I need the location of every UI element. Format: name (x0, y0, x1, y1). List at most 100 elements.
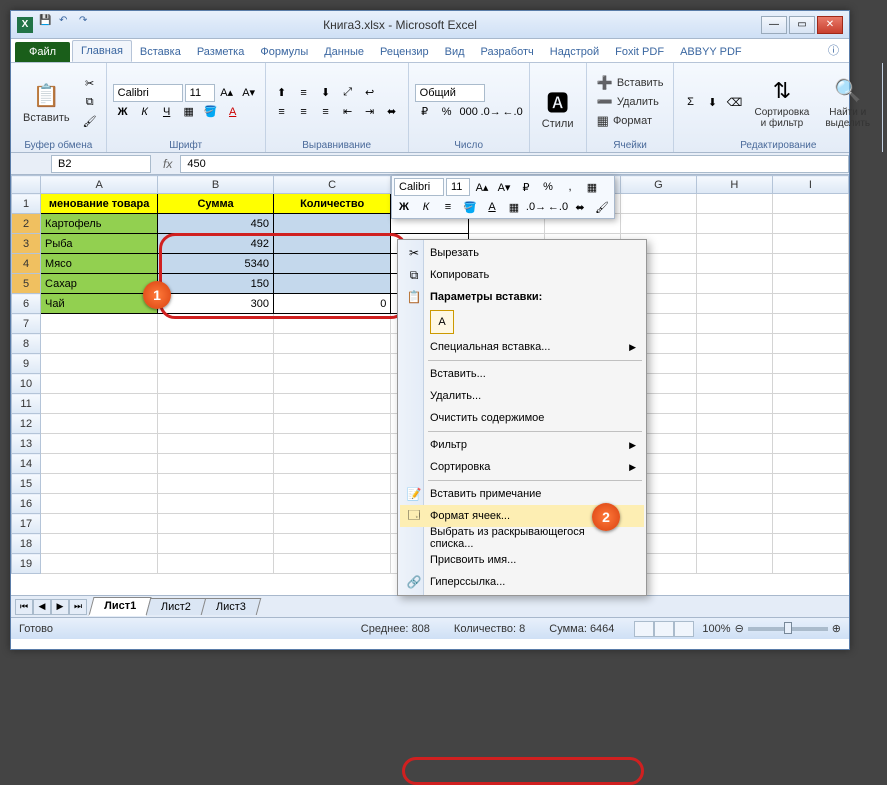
sheet-nav-next[interactable]: ▶ (51, 599, 69, 615)
orientation-icon[interactable]: ⤢ (338, 84, 358, 102)
view-normal-button[interactable] (634, 621, 654, 637)
increase-font-icon[interactable]: A▴ (217, 84, 237, 102)
row-header[interactable]: 13 (12, 434, 41, 454)
row-header[interactable]: 6 (12, 294, 41, 314)
currency-icon[interactable]: ₽ (415, 103, 435, 121)
cells-format-button[interactable]: ▦Формат (593, 112, 668, 130)
cells-delete-button[interactable]: ➖Удалить (593, 93, 668, 111)
tab-foxit[interactable]: Foxit PDF (607, 42, 672, 62)
col-header[interactable]: H (696, 176, 772, 194)
tab-layout[interactable]: Разметка (189, 42, 253, 62)
zoom-out-button[interactable]: ⊖ (735, 622, 744, 635)
ctx-insert[interactable]: Вставить... (400, 363, 644, 385)
sheet-tab[interactable]: Лист2 (146, 598, 207, 615)
tab-home[interactable]: Главная (72, 40, 132, 62)
row-header[interactable]: 2 (12, 214, 41, 234)
sheet-nav-last[interactable]: ⏭ (69, 599, 87, 615)
paste-values-icon[interactable]: A (430, 310, 454, 334)
ctx-comment[interactable]: 📝Вставить примечание (400, 483, 644, 505)
sheet-tab[interactable]: Лист3 (201, 598, 262, 615)
cell[interactable]: менование товара (41, 194, 158, 214)
cell[interactable]: Сумма (158, 194, 274, 214)
dec-decimal-icon[interactable]: ←.0 (503, 103, 523, 121)
percent-icon[interactable]: % (437, 103, 457, 121)
zoom-slider[interactable] (748, 627, 828, 631)
paste-button[interactable]: 📋 Вставить (17, 78, 76, 126)
inc-decimal-icon[interactable]: .0→ (481, 103, 501, 121)
close-button[interactable]: ✕ (817, 16, 843, 34)
help-icon[interactable]: ⓘ (818, 38, 849, 62)
cell[interactable] (273, 254, 390, 274)
cell[interactable]: Рыба (41, 234, 158, 254)
ctx-cut[interactable]: ✂Вырезать (400, 242, 644, 264)
tab-developer[interactable]: Разработч (473, 42, 542, 62)
mini-align-icon[interactable]: ≡ (438, 198, 458, 216)
row-header[interactable]: 18 (12, 534, 41, 554)
tab-abbyy[interactable]: ABBYY PDF (672, 42, 750, 62)
sheet-nav-first[interactable]: ⏮ (15, 599, 33, 615)
zoom-in-button[interactable]: ⊕ (832, 622, 841, 635)
clear-icon[interactable]: ⌫ (724, 93, 744, 111)
mini-format-icon[interactable]: ▦ (582, 178, 602, 196)
fx-icon[interactable]: fx (155, 157, 180, 171)
minimize-button[interactable]: — (761, 16, 787, 34)
row-header[interactable]: 9 (12, 354, 41, 374)
merge-icon[interactable]: ⬌ (382, 103, 402, 121)
cell[interactable]: Картофель (41, 214, 158, 234)
underline-icon[interactable]: Ч (157, 103, 177, 121)
mini-fontcolor-icon[interactable]: A (482, 198, 502, 216)
row-header[interactable]: 4 (12, 254, 41, 274)
mini-comma-icon[interactable]: , (560, 178, 580, 196)
bold-icon[interactable]: Ж (113, 103, 133, 121)
formula-input[interactable]: 450 (180, 155, 849, 173)
row-header[interactable]: 8 (12, 334, 41, 354)
number-format-combo[interactable]: Общий (415, 84, 485, 102)
select-all-corner[interactable] (12, 176, 41, 194)
save-icon[interactable]: 💾 (39, 15, 55, 31)
redo-icon[interactable]: ↷ (79, 15, 95, 31)
cells-insert-button[interactable]: ➕Вставить (593, 74, 668, 92)
copy-icon[interactable]: ⧉ (80, 93, 100, 111)
row-header[interactable]: 3 (12, 234, 41, 254)
ctx-paste-special[interactable]: Специальная вставка...▶ (400, 336, 644, 358)
mini-bold-icon[interactable]: Ж (394, 198, 414, 216)
tab-review[interactable]: Рецензир (372, 42, 437, 62)
ctx-hyperlink[interactable]: 🔗Гиперссылка... (400, 571, 644, 593)
row-header[interactable]: 1 (12, 194, 41, 214)
tab-insert[interactable]: Вставка (132, 42, 189, 62)
font-size-combo[interactable]: 11 (185, 84, 215, 102)
cell[interactable] (273, 234, 390, 254)
cell[interactable]: 300 (158, 294, 274, 314)
cell[interactable]: Чай (41, 294, 158, 314)
mini-fill-icon[interactable]: 🪣 (460, 198, 480, 216)
col-header[interactable]: A (41, 176, 158, 194)
mini-border-icon[interactable]: ▦ (504, 198, 524, 216)
col-header[interactable]: G (620, 176, 696, 194)
view-pagebreak-button[interactable] (674, 621, 694, 637)
align-middle-icon[interactable]: ≡ (294, 84, 314, 102)
col-header[interactable]: B (158, 176, 274, 194)
name-box[interactable]: B2 (51, 155, 151, 173)
undo-icon[interactable]: ↶ (59, 15, 75, 31)
autosum-icon[interactable]: Σ (680, 93, 700, 111)
ctx-clear[interactable]: Очистить содержимое (400, 407, 644, 429)
mini-font-combo[interactable]: Calibri (394, 178, 444, 196)
ctx-delete[interactable]: Удалить... (400, 385, 644, 407)
indent-inc-icon[interactable]: ⇥ (360, 103, 380, 121)
mini-merge-icon[interactable]: ⬌ (570, 198, 590, 216)
cell[interactable]: 450 (158, 214, 274, 234)
tab-data[interactable]: Данные (316, 42, 372, 62)
cut-icon[interactable]: ✂ (80, 74, 100, 92)
mini-currency-icon[interactable]: ₽ (516, 178, 536, 196)
tab-addins[interactable]: Надстрой (542, 42, 607, 62)
zoom-level[interactable]: 100% (702, 623, 730, 635)
col-header[interactable]: C (273, 176, 390, 194)
sheet-tab[interactable]: Лист1 (88, 597, 151, 616)
decrease-font-icon[interactable]: A▾ (239, 84, 259, 102)
indent-dec-icon[interactable]: ⇤ (338, 103, 358, 121)
row-header[interactable]: 17 (12, 514, 41, 534)
tab-formulas[interactable]: Формулы (252, 42, 316, 62)
ctx-sort[interactable]: Сортировка▶ (400, 456, 644, 478)
sort-filter-button[interactable]: ⇅ Сортировка и фильтр (748, 73, 815, 131)
row-header[interactable]: 14 (12, 454, 41, 474)
